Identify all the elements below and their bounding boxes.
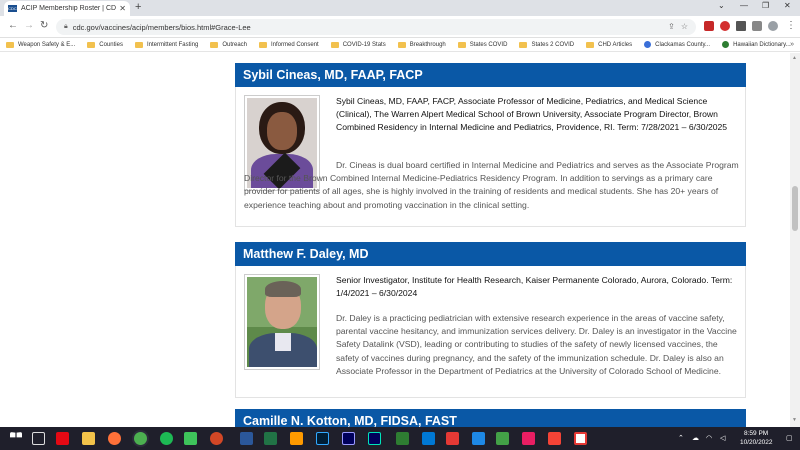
new-tab-button[interactable]: + (135, 1, 141, 13)
more-bookmarks-icon[interactable]: » (790, 41, 794, 48)
reload-icon[interactable]: ↻ (40, 20, 48, 31)
bookmark-item[interactable]: Weapon Safety & E... (6, 41, 75, 48)
notification-icon[interactable]: ▢ (786, 434, 793, 442)
chrome-icon[interactable] (134, 432, 147, 445)
clock-time[interactable]: 8:59 PM (744, 430, 768, 437)
app-icon[interactable] (496, 432, 509, 445)
bookmark-item[interactable]: States COVID (457, 41, 507, 48)
tab-title: ACIP Membership Roster | CDC (21, 5, 117, 12)
excel-icon[interactable] (264, 432, 277, 445)
bookmark-item[interactable]: Counties (87, 41, 123, 48)
bookmark-item[interactable]: Intermittent Fasting (134, 41, 198, 48)
app-icon[interactable] (396, 432, 409, 445)
close-window-icon[interactable]: ✕ (784, 1, 791, 10)
tab-strip: CDC ACIP Membership Roster | CDC ✕ + ⌄ —… (0, 0, 800, 16)
scroll-up-icon[interactable]: ▲ (792, 55, 797, 61)
app-icon[interactable] (472, 432, 485, 445)
folder-icon (134, 41, 143, 48)
bookmark-item[interactable]: CHD Articles (586, 41, 632, 48)
lock-icon: 🔒︎ (64, 23, 68, 30)
bookmarks-bar: Weapon Safety & E... Counties Intermitte… (0, 38, 800, 52)
firefox-icon[interactable] (108, 432, 121, 445)
scrollbar-thumb[interactable] (792, 186, 798, 231)
bookmark-star-icon[interactable]: ☆ (681, 22, 688, 31)
member-name-header: Matthew F. Daley, MD (235, 242, 746, 266)
bookmark-item[interactable]: Hawaiian Dictionary... (722, 41, 791, 48)
browser-toolbar: ← → ↻ 🔒︎ cdc.gov/vaccines/acip/members/b… (0, 16, 800, 38)
file-explorer-icon[interactable] (82, 432, 95, 445)
member-summary: Sybil Cineas, MD, FAAP, FACP, Associate … (336, 96, 728, 132)
clock-date[interactable]: 10/20/2022 (740, 439, 773, 446)
photoshop-icon[interactable] (316, 432, 329, 445)
scroll-down-icon[interactable]: ▼ (792, 417, 797, 423)
app-icon[interactable] (574, 432, 587, 445)
folder-icon (397, 41, 406, 48)
folder-icon (586, 41, 595, 48)
word-icon[interactable] (240, 432, 253, 445)
premiere-icon[interactable] (342, 432, 355, 445)
address-bar[interactable]: 🔒︎ cdc.gov/vaccines/acip/members/bios.ht… (56, 19, 696, 35)
menu-icon[interactable]: ⋮ (786, 20, 796, 31)
avatar[interactable] (768, 21, 778, 31)
app-icon[interactable] (290, 432, 303, 445)
tray-chevron-icon[interactable]: ⌃ (678, 434, 684, 442)
windows-taskbar: ⌃ ☁ ◠ ◁ 8:59 PM 10/20/2022 ▢ (0, 427, 800, 450)
page-scrollbar[interactable]: ▲ ▼ (790, 53, 800, 427)
chevron-down-icon[interactable]: ⌄ (718, 1, 725, 10)
member-name-header: Camille N. Kotton, MD, FIDSA, FAST (235, 409, 746, 427)
cdc-favicon-icon: CDC (8, 5, 17, 12)
folder-icon (210, 41, 219, 48)
folder-icon (259, 41, 267, 48)
bookmark-item[interactable]: Breakthrough (397, 41, 446, 48)
app-icon[interactable] (184, 432, 197, 445)
page-content: Sybil Cineas, MD, FAAP, FACP Sybil Cinea… (0, 53, 790, 427)
member-card: Sybil Cineas, MD, FAAP, FACP, Associate … (235, 87, 746, 227)
bookmark-item[interactable]: States 2 COVID (519, 41, 574, 48)
folder-icon (457, 41, 466, 48)
member-name-header: Sybil Cineas, MD, FAAP, FACP (235, 63, 746, 87)
folder-icon (6, 41, 14, 48)
bookmark-item[interactable]: COVID-19 Stats (330, 41, 386, 48)
share-icon[interactable]: ⇪ (668, 22, 675, 31)
folder-icon (519, 41, 528, 48)
close-tab-icon[interactable]: ✕ (119, 4, 126, 13)
member-photo (244, 274, 320, 370)
spotify-icon[interactable] (160, 432, 173, 445)
globe-icon (644, 41, 652, 48)
bookmark-item[interactable]: Informed Consent (259, 41, 319, 48)
bookmark-item[interactable]: Clackamas County... (644, 41, 710, 48)
url-text: cdc.gov/vaccines/acip/members/bios.html#… (72, 22, 251, 32)
member-detail: Dr. Daley is a practicing pediatrician w… (336, 313, 737, 376)
extension-icon[interactable] (720, 21, 730, 31)
bookmark-item[interactable]: Outreach (210, 41, 247, 48)
app-icon[interactable] (548, 432, 561, 445)
app-icon[interactable] (422, 432, 435, 445)
back-icon[interactable]: ← (8, 20, 18, 31)
folder-icon (87, 41, 96, 48)
app-icon[interactable] (522, 432, 535, 445)
pdf-extension-icon[interactable] (704, 21, 714, 31)
forward-icon[interactable]: → (24, 20, 34, 31)
browser-tab[interactable]: CDC ACIP Membership Roster | CDC ✕ (4, 1, 130, 16)
powerpoint-icon[interactable] (210, 432, 223, 445)
wifi-icon[interactable]: ◠ (706, 434, 712, 442)
member-summary: Senior Investigator, Institute for Healt… (336, 275, 733, 298)
audition-icon[interactable] (368, 432, 381, 445)
member-card: Senior Investigator, Institute for Healt… (235, 266, 746, 398)
minimize-icon[interactable]: — (740, 1, 748, 10)
acrobat-icon[interactable] (446, 432, 459, 445)
volume-icon[interactable]: ◁ (720, 434, 725, 442)
netflix-icon[interactable] (56, 432, 69, 445)
folder-icon (330, 41, 339, 48)
windows-start-icon[interactable] (10, 432, 22, 438)
cloud-icon[interactable]: ☁ (692, 434, 699, 442)
member-detail: Dr. Cineas is dual board certified in In… (244, 160, 739, 210)
puzzle-icon[interactable] (736, 21, 746, 31)
sidebar-icon[interactable] (752, 21, 762, 31)
restore-icon[interactable]: ❐ (762, 1, 769, 10)
globe-icon (722, 41, 730, 48)
task-view-icon[interactable] (32, 432, 45, 445)
